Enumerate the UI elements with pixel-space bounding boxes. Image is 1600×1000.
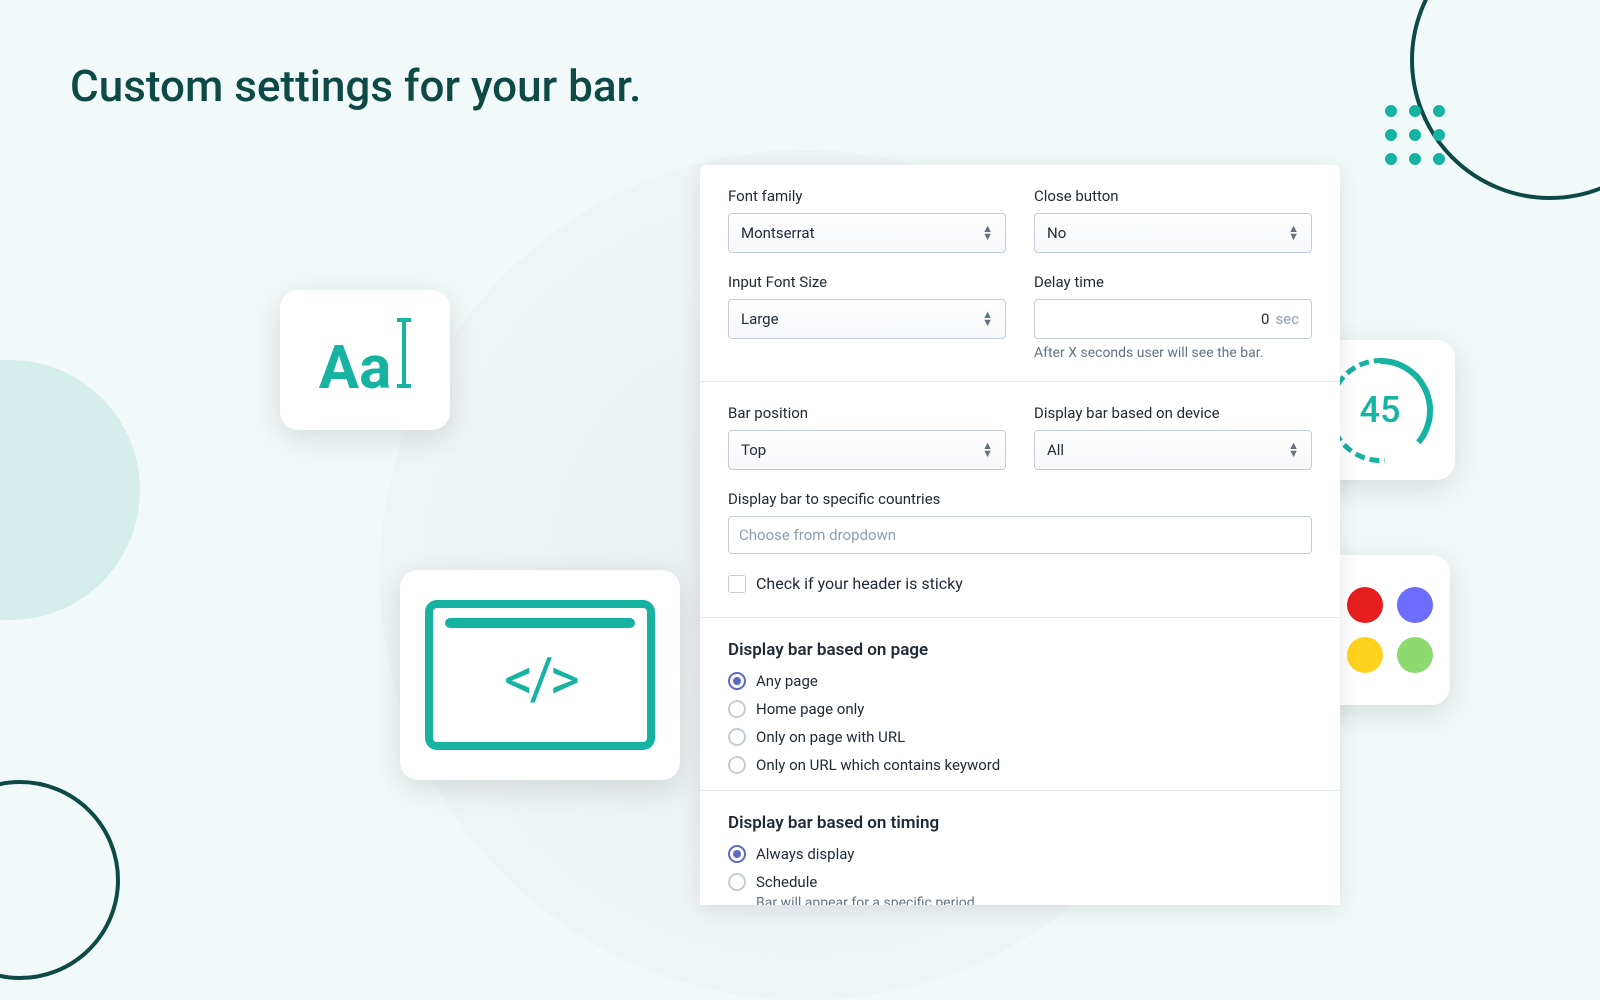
radio-schedule[interactable]: Schedule	[728, 873, 1312, 891]
section-divider	[700, 381, 1340, 382]
font-illustration-card: Aa	[280, 290, 450, 430]
delay-time-value: 0	[1261, 310, 1269, 328]
display-device-label: Display bar based on device	[1034, 404, 1312, 422]
bar-position-label: Bar position	[728, 404, 1006, 422]
section-divider	[700, 790, 1340, 791]
radio-label: Only on page with URL	[756, 728, 905, 746]
radio-icon	[728, 756, 746, 774]
radio-only-url-keyword[interactable]: Only on URL which contains keyword	[728, 756, 1312, 774]
radio-label: Always display	[756, 845, 854, 863]
font-family-label: Font family	[728, 187, 1006, 205]
countries-dropdown[interactable]: Choose from dropdown	[728, 516, 1312, 554]
input-font-size-select[interactable]: Large ▲▼	[728, 299, 1006, 339]
radio-home-page-only[interactable]: Home page only	[728, 700, 1312, 718]
input-font-size-value: Large	[741, 310, 779, 328]
radio-always-display[interactable]: Always display	[728, 845, 1312, 863]
radio-icon	[728, 672, 746, 690]
delay-time-unit: sec	[1275, 310, 1299, 328]
decorative-circle-top-right	[1410, 0, 1600, 200]
code-illustration-card: </>	[400, 570, 680, 780]
decorative-dot-grid	[1385, 105, 1445, 165]
sticky-header-label: Check if your header is sticky	[756, 574, 963, 593]
radio-any-page[interactable]: Any page	[728, 672, 1312, 690]
timing-section-title: Display bar based on timing	[728, 813, 1312, 833]
page-title: Custom settings for your bar.	[70, 60, 641, 112]
radio-label: Only on URL which contains keyword	[756, 756, 1000, 774]
settings-panel: Font family Montserrat ▲▼ Close button N…	[700, 165, 1340, 905]
input-font-size-label: Input Font Size	[728, 273, 1006, 291]
radio-label: Any page	[756, 672, 818, 690]
bar-position-select[interactable]: Top ▲▼	[728, 430, 1006, 470]
select-chevron-icon: ▲▼	[982, 225, 993, 241]
code-window-icon: </>	[425, 600, 655, 750]
swatch-purple	[1397, 587, 1433, 623]
section-divider	[700, 617, 1340, 618]
display-device-value: All	[1047, 441, 1064, 459]
radio-icon	[728, 873, 746, 891]
swatch-yellow	[1347, 637, 1383, 673]
font-family-select[interactable]: Montserrat ▲▼	[728, 213, 1006, 253]
radio-label: Home page only	[756, 700, 864, 718]
sticky-header-checkbox[interactable]	[728, 575, 746, 593]
radio-icon	[728, 845, 746, 863]
decorative-circle-bottom-left	[0, 780, 120, 980]
radio-label: Schedule	[756, 873, 817, 891]
close-button-select[interactable]: No ▲▼	[1034, 213, 1312, 253]
select-chevron-icon: ▲▼	[982, 442, 993, 458]
bar-position-value: Top	[741, 441, 766, 459]
delay-time-input[interactable]: 0 sec	[1034, 299, 1312, 339]
swatch-red	[1347, 587, 1383, 623]
swatch-green	[1397, 637, 1433, 673]
page-display-section-title: Display bar based on page	[728, 640, 1312, 660]
delay-time-label: Delay time	[1034, 273, 1312, 291]
schedule-hint: Bar will appear for a specific period	[756, 895, 1312, 905]
background-blob-left	[0, 360, 140, 620]
select-chevron-icon: ▲▼	[982, 311, 993, 327]
select-chevron-icon: ▲▼	[1288, 442, 1299, 458]
select-chevron-icon: ▲▼	[1288, 225, 1299, 241]
close-button-label: Close button	[1034, 187, 1312, 205]
radio-only-url[interactable]: Only on page with URL	[728, 728, 1312, 746]
timer-icon: 45	[1328, 358, 1433, 463]
font-sample-icon: Aa	[319, 318, 411, 403]
radio-icon	[728, 728, 746, 746]
display-device-select[interactable]: All ▲▼	[1034, 430, 1312, 470]
delay-time-hint: After X seconds user will see the bar.	[1034, 345, 1312, 361]
font-family-value: Montserrat	[741, 224, 814, 242]
close-button-value: No	[1047, 224, 1066, 242]
countries-placeholder: Choose from dropdown	[739, 526, 896, 544]
radio-icon	[728, 700, 746, 718]
countries-label: Display bar to specific countries	[728, 490, 1312, 508]
